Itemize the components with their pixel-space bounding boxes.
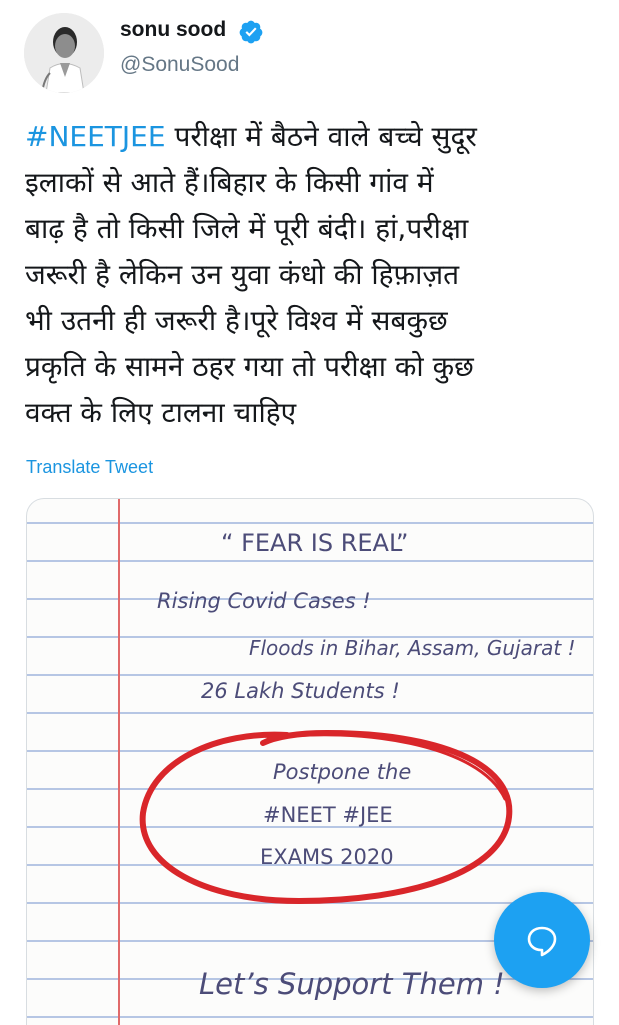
tweet-header: sonu sood @SonuSood (0, 0, 619, 100)
translate-tweet-link[interactable]: Translate Tweet (26, 457, 153, 478)
tweet-line: बाढ़ है तो किसी जिले में पूरी बंदी। हां,… (25, 212, 469, 245)
profile-photo (24, 13, 104, 93)
image-circled-exams: EXAMS 2020 (260, 845, 394, 869)
compose-reply-icon (527, 926, 557, 957)
user-handle[interactable]: @SonuSood (120, 53, 239, 77)
image-title: “ FEAR IS REAL” (221, 529, 409, 557)
tweet-line: वक्त के लिए टालना चाहिए (25, 396, 297, 429)
tweet-line: प्रकृति के सामने ठहर गया तो परीक्षा को क… (25, 350, 474, 383)
compose-reply-button[interactable] (494, 892, 590, 988)
image-circled-hashtags: #NEET #JEE (263, 803, 393, 827)
image-footer: Let’s Support Them ! (199, 967, 505, 1001)
image-line-floods: Floods in Bihar, Assam, Gujarat ! (249, 636, 576, 660)
hashtag-link[interactable]: #NEETJEE (25, 120, 166, 153)
tweet-line: इलाकों से आते हैं।बिहार के किसी गांव में (25, 166, 434, 199)
tweet-line: भी उतनी ही जरूरी है।पूरे विश्व में सबकुछ (25, 304, 448, 337)
display-name[interactable]: sonu sood (120, 18, 226, 42)
tweet-line: जरूरी है लेकिन उन युवा कंधो की हिफ़ाज़त (25, 258, 460, 291)
image-circled-postpone: Postpone the (273, 760, 412, 784)
tweet-body: #NEETJEE परीक्षा में बैठने वाले बच्चे सु… (25, 114, 610, 436)
image-line-covid: Rising Covid Cases ! (157, 589, 371, 613)
image-line-students: 26 Lakh Students ! (201, 679, 400, 703)
verified-badge-icon (239, 20, 263, 44)
avatar[interactable] (24, 13, 104, 93)
tweet-line: #NEETJEE परीक्षा में बैठने वाले बच्चे सु… (25, 120, 477, 153)
